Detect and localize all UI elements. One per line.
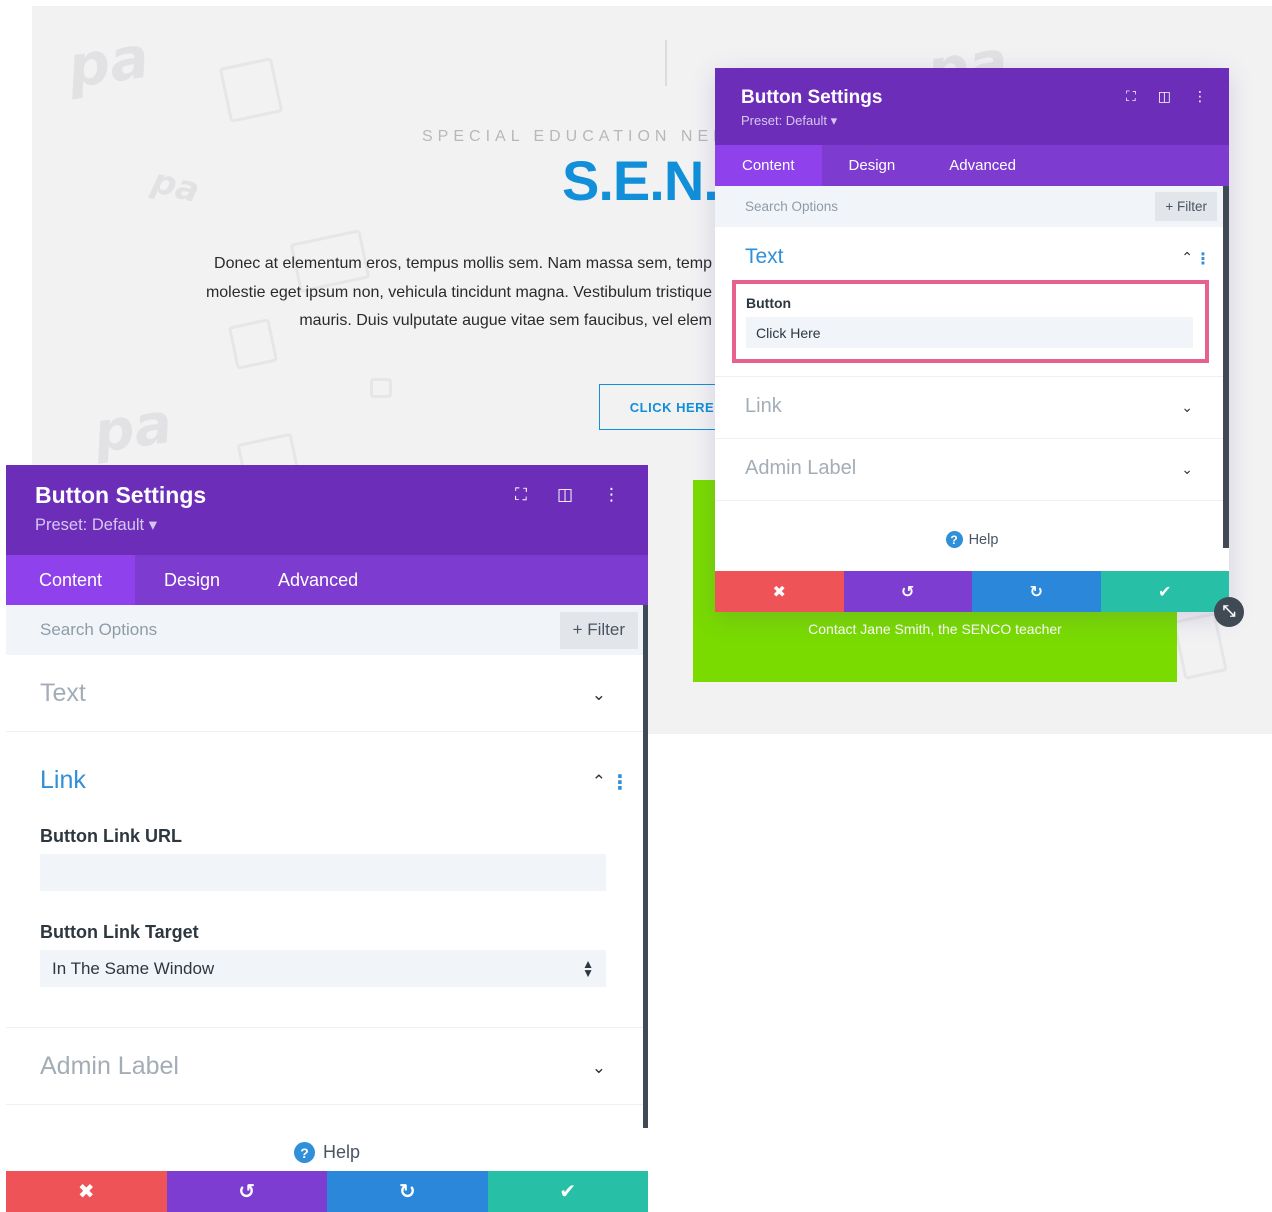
redo-button[interactable]: ↻ bbox=[972, 571, 1101, 612]
section-link: Link ⌃ ⋮ Button Link URL Button Link Tar… bbox=[6, 732, 648, 1028]
watermark-box bbox=[218, 56, 284, 124]
section-title-link[interactable]: Link bbox=[745, 395, 782, 418]
cancel-button[interactable]: ✖ bbox=[6, 1171, 167, 1212]
section-text: Text ⌄ bbox=[6, 655, 648, 732]
watermark-logo: pa bbox=[147, 160, 204, 212]
tab-design[interactable]: Design bbox=[822, 145, 923, 186]
divider-line bbox=[665, 40, 667, 86]
help-label: Help bbox=[968, 531, 999, 548]
chevron-down-icon[interactable]: ⌄ bbox=[1181, 461, 1193, 478]
body-paragraph: Donec at elementum eros, tempus mollis s… bbox=[152, 250, 712, 336]
header-actions: ⛶ ◫ ⋮ bbox=[515, 485, 620, 505]
section-title-admin-label[interactable]: Admin Label bbox=[745, 457, 856, 480]
body-line: molestie eget ipsum non, vehicula tincid… bbox=[205, 283, 712, 301]
help-icon: ? bbox=[945, 531, 963, 548]
more-options-icon[interactable]: ⋮ bbox=[1193, 88, 1207, 105]
scrollbar[interactable] bbox=[643, 605, 648, 1128]
help-icon: ? bbox=[293, 1142, 315, 1163]
section-admin-label: Admin Label ⌄ bbox=[715, 439, 1229, 501]
chevron-down-icon[interactable]: ⌄ bbox=[1181, 399, 1193, 416]
section-link: Link ⌄ bbox=[715, 377, 1229, 439]
split-view-icon[interactable]: ◫ bbox=[557, 485, 573, 505]
tab-content[interactable]: Content bbox=[715, 145, 822, 186]
select-arrows-icon: ▲ ▼ bbox=[582, 956, 594, 980]
modal-footer: ✖ ↺ ↻ ✔ bbox=[715, 571, 1229, 612]
search-input[interactable] bbox=[40, 620, 420, 640]
button-text-label: Button bbox=[746, 295, 792, 311]
selected-option: In The Same Window bbox=[52, 958, 215, 978]
button-link-url-input[interactable] bbox=[40, 854, 606, 891]
section-options-icon[interactable]: ⋮ bbox=[1195, 249, 1211, 269]
cancel-button[interactable]: ✖ bbox=[715, 571, 844, 612]
button-settings-modal-small: Button Settings Preset: Default ▾ ⛶ ◫ ⋮ … bbox=[715, 68, 1229, 612]
modal-header: Button Settings Preset: Default ▾ ⛶ ◫ ⋮ bbox=[715, 68, 1229, 145]
tab-advanced[interactable]: Advanced bbox=[249, 555, 387, 605]
preset-dropdown[interactable]: Preset: Default ▾ bbox=[35, 515, 648, 535]
more-options-icon[interactable]: ⋮ bbox=[603, 485, 620, 505]
watermark-box bbox=[370, 378, 392, 398]
filter-button[interactable]: + Filter bbox=[1155, 192, 1217, 221]
tab-design[interactable]: Design bbox=[135, 555, 249, 605]
section-title-text[interactable]: Text bbox=[745, 245, 784, 269]
fullscreen-icon[interactable]: ⛶ bbox=[515, 485, 527, 505]
section-headline: S.E.N. bbox=[562, 149, 719, 212]
chevron-up-icon[interactable]: ⌃ bbox=[1181, 249, 1193, 266]
help-label: Help bbox=[322, 1142, 361, 1162]
section-eyebrow: SPECIAL EDUCATION NEED bbox=[422, 128, 746, 145]
button-link-target-label: Button Link Target bbox=[40, 922, 199, 942]
preset-dropdown[interactable]: Preset: Default ▾ bbox=[741, 113, 1229, 129]
watermark-logo: pa bbox=[63, 22, 153, 102]
scrollbar[interactable] bbox=[1223, 186, 1229, 548]
button-settings-modal-large: Button Settings Preset: Default ▾ ⛶ ◫ ⋮ … bbox=[6, 465, 648, 1212]
help-link[interactable]: ? Help bbox=[715, 531, 1229, 548]
section-title-link[interactable]: Link bbox=[40, 766, 86, 795]
contact-text: Contact Jane Smith, the SENCO teacher bbox=[808, 621, 1062, 637]
split-view-icon[interactable]: ◫ bbox=[1158, 88, 1171, 105]
section-admin-label: Admin Label ⌄ bbox=[6, 1028, 648, 1105]
search-row: + Filter bbox=[6, 605, 648, 655]
tab-advanced[interactable]: Advanced bbox=[922, 145, 1043, 186]
button-text-input[interactable] bbox=[746, 317, 1193, 348]
search-row: + Filter bbox=[715, 186, 1229, 227]
body-line: mauris. Duis vulputate augue vitae sem f… bbox=[299, 312, 712, 329]
body-line: Donec at elementum eros, tempus mollis s… bbox=[214, 255, 712, 272]
button-link-url-label: Button Link URL bbox=[40, 826, 182, 846]
save-button[interactable]: ✔ bbox=[1100, 571, 1229, 612]
tab-content[interactable]: Content bbox=[6, 555, 135, 605]
settings-tabs: Content Design Advanced bbox=[715, 145, 1229, 186]
header-actions: ⛶ ◫ ⋮ bbox=[1126, 88, 1207, 105]
highlight-box: Button bbox=[732, 280, 1209, 363]
resize-handle-icon[interactable]: ⤡ bbox=[1214, 597, 1244, 627]
settings-tabs: Content Design Advanced bbox=[6, 555, 648, 605]
redo-button[interactable]: ↻ bbox=[327, 1171, 488, 1212]
watermark-logo: pa bbox=[89, 390, 177, 467]
section-options-icon[interactable]: ⋮ bbox=[610, 770, 630, 795]
modal-footer: ✖ ↺ ↻ ✔ bbox=[6, 1171, 648, 1212]
save-button[interactable]: ✔ bbox=[487, 1171, 648, 1212]
chevron-down-icon[interactable]: ⌄ bbox=[592, 685, 606, 705]
modal-header: Button Settings Preset: Default ▾ ⛶ ◫ ⋮ bbox=[6, 465, 648, 555]
chevron-down-icon[interactable]: ⌄ bbox=[592, 1058, 606, 1078]
fullscreen-icon[interactable]: ⛶ bbox=[1126, 88, 1136, 105]
button-link-target-select[interactable]: In The Same Window ▲ ▼ bbox=[40, 950, 606, 987]
screen: pa pa pa pa SPECIAL EDUCATION NEED S.E.N… bbox=[0, 0, 1272, 1212]
undo-button[interactable]: ↺ bbox=[166, 1171, 327, 1212]
undo-button[interactable]: ↺ bbox=[843, 571, 972, 612]
section-title-admin-label[interactable]: Admin Label bbox=[40, 1052, 179, 1081]
chevron-up-icon[interactable]: ⌃ bbox=[592, 772, 606, 792]
help-link[interactable]: ? Help bbox=[6, 1142, 648, 1163]
search-input[interactable] bbox=[745, 199, 1045, 214]
filter-button[interactable]: + Filter bbox=[559, 611, 638, 649]
section-text: Text ⌃ ⋮ Button bbox=[715, 227, 1229, 377]
section-title-text[interactable]: Text bbox=[40, 679, 86, 708]
